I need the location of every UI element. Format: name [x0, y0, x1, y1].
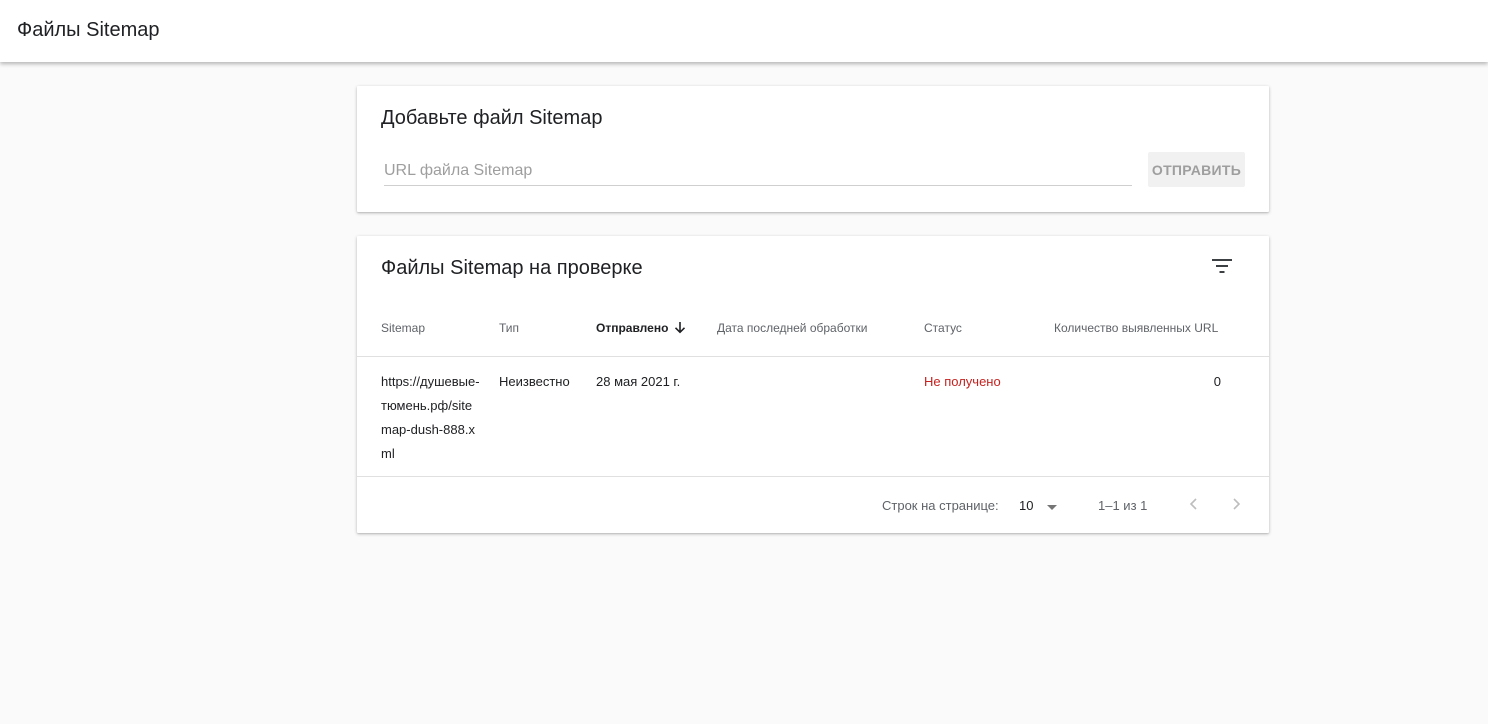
next-page-button[interactable] [1225, 492, 1249, 516]
submitted-sitemaps-title: Файлы Sitemap на проверке [381, 257, 643, 279]
header-divider [357, 356, 1269, 357]
add-sitemap-card: Добавьте файл Sitemap ОТПРАВИТЬ [357, 86, 1269, 212]
chevron-left-icon [1189, 498, 1197, 510]
column-header-last-read[interactable]: Дата последней обработки [717, 321, 867, 335]
add-sitemap-title: Добавьте файл Sitemap [381, 107, 603, 129]
filter-list-icon[interactable] [1206, 254, 1238, 278]
chevron-right-icon [1233, 498, 1241, 510]
page-title: Файлы Sitemap [17, 19, 160, 41]
arrow-down-icon [674, 321, 686, 337]
row-sitemap-url[interactable]: https://душевые-тюмень.рф/sitemap-dush-8… [381, 370, 481, 466]
dropdown-arrow-icon [1047, 498, 1058, 513]
column-header-submitted[interactable]: Отправлено [596, 321, 686, 337]
submit-button[interactable]: ОТПРАВИТЬ [1148, 152, 1245, 187]
row-type: Неизвестно [499, 374, 570, 389]
top-app-bar: Файлы Sitemap [0, 0, 1488, 62]
column-header-urls-found[interactable]: Количество выявленных URL [1054, 321, 1218, 335]
column-header-submitted-label: Отправлено [596, 321, 669, 335]
rows-per-page-value: 10 [1019, 497, 1034, 513]
column-header-type[interactable]: Тип [499, 321, 519, 335]
sitemap-url-field[interactable] [384, 158, 1132, 186]
row-status: Не получено [924, 374, 1001, 389]
pagination-range: 1–1 из 1 [1098, 498, 1148, 513]
row-divider [357, 476, 1269, 477]
previous-page-button[interactable] [1181, 492, 1205, 516]
column-header-status[interactable]: Статус [924, 321, 962, 335]
sitemap-url-input[interactable] [384, 158, 1132, 184]
row-urls-found: 0 [1213, 374, 1221, 389]
column-header-sitemap[interactable]: Sitemap [381, 321, 425, 335]
rows-per-page-select[interactable]: 10 [1019, 494, 1065, 516]
row-submitted-date: 28 мая 2021 г. [596, 374, 681, 389]
submitted-sitemaps-card: Файлы Sitemap на проверке Sitemap Тип От… [357, 236, 1269, 533]
rows-per-page-label: Строк на странице: [882, 498, 999, 513]
